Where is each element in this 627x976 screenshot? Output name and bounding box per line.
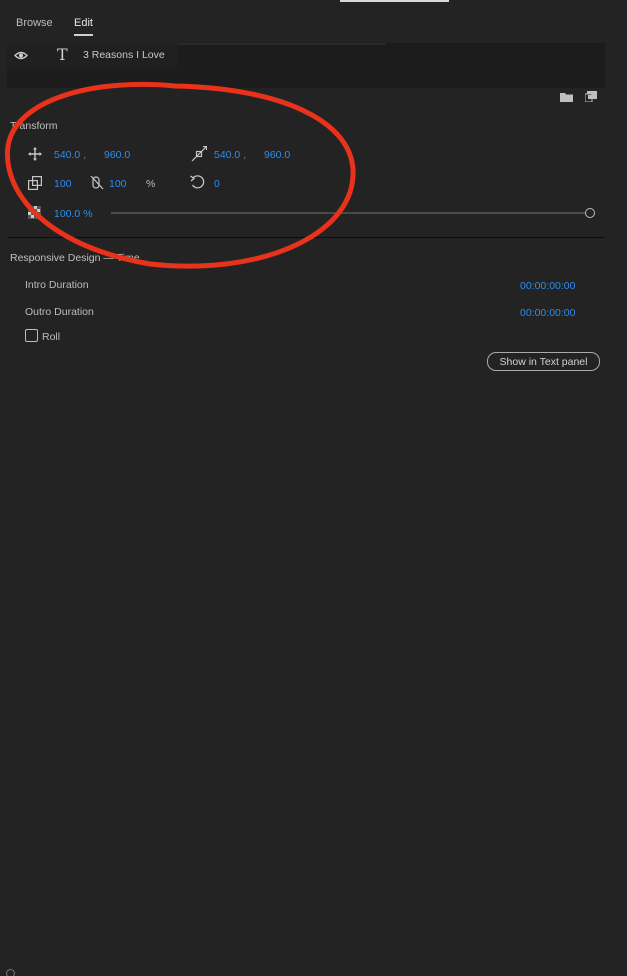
opacity-slider-handle[interactable] — [585, 208, 595, 218]
anchor-point-icon[interactable] — [191, 146, 207, 162]
layer-list: T 3 Reasons I Love — [7, 43, 605, 88]
unlink-scale-icon[interactable] — [90, 175, 104, 190]
layer-row[interactable]: T 3 Reasons I Love — [7, 43, 177, 69]
intro-duration-label: Intro Duration — [25, 279, 89, 291]
roll-checkbox[interactable] — [25, 329, 38, 342]
outro-duration-label: Outro Duration — [25, 306, 94, 318]
roll-label: Roll — [42, 331, 61, 343]
new-layer-icon[interactable] — [585, 91, 597, 102]
status-dot-icon — [6, 969, 15, 976]
opacity-icon[interactable] — [28, 206, 41, 219]
tab-browse[interactable]: Browse — [16, 17, 53, 29]
position-x-value[interactable]: 540.0 , — [54, 149, 86, 161]
section-divider — [7, 237, 605, 238]
show-in-text-panel-button[interactable]: Show in Text panel — [487, 352, 600, 371]
transform-title: Transform — [10, 120, 58, 132]
folder-icon[interactable] — [560, 92, 573, 102]
responsive-design-title: Responsive Design — Time — [10, 252, 140, 264]
layer-name: 3 Reasons I Love — [83, 49, 165, 61]
tab-bar: Browse Edit — [0, 0, 627, 40]
move-icon[interactable] — [28, 147, 42, 161]
layer-row-edge — [177, 43, 385, 45]
text-layer-icon: T — [57, 45, 68, 64]
scale-icon[interactable] — [28, 176, 42, 190]
outro-duration-value[interactable]: 00:00:00:00 — [520, 307, 575, 319]
intro-duration-value[interactable]: 00:00:00:00 — [520, 280, 575, 292]
rotation-icon[interactable] — [190, 174, 206, 190]
opacity-slider-track[interactable] — [111, 212, 588, 214]
eye-icon[interactable] — [14, 51, 28, 60]
opacity-value[interactable]: 100.0 % — [54, 208, 93, 220]
red-annotation-ellipse — [4, 81, 356, 269]
anchor-y-value[interactable]: 960.0 — [264, 149, 290, 161]
scale-value[interactable]: 100 — [54, 178, 72, 190]
anchor-x-value[interactable]: 540.0 , — [214, 149, 246, 161]
percent-label: % — [146, 178, 156, 190]
position-y-value[interactable]: 960.0 — [104, 149, 130, 161]
scale-width-value[interactable]: 100 — [109, 178, 127, 190]
rotation-value[interactable]: 0 — [214, 178, 220, 190]
tab-edit[interactable]: Edit — [74, 17, 93, 36]
